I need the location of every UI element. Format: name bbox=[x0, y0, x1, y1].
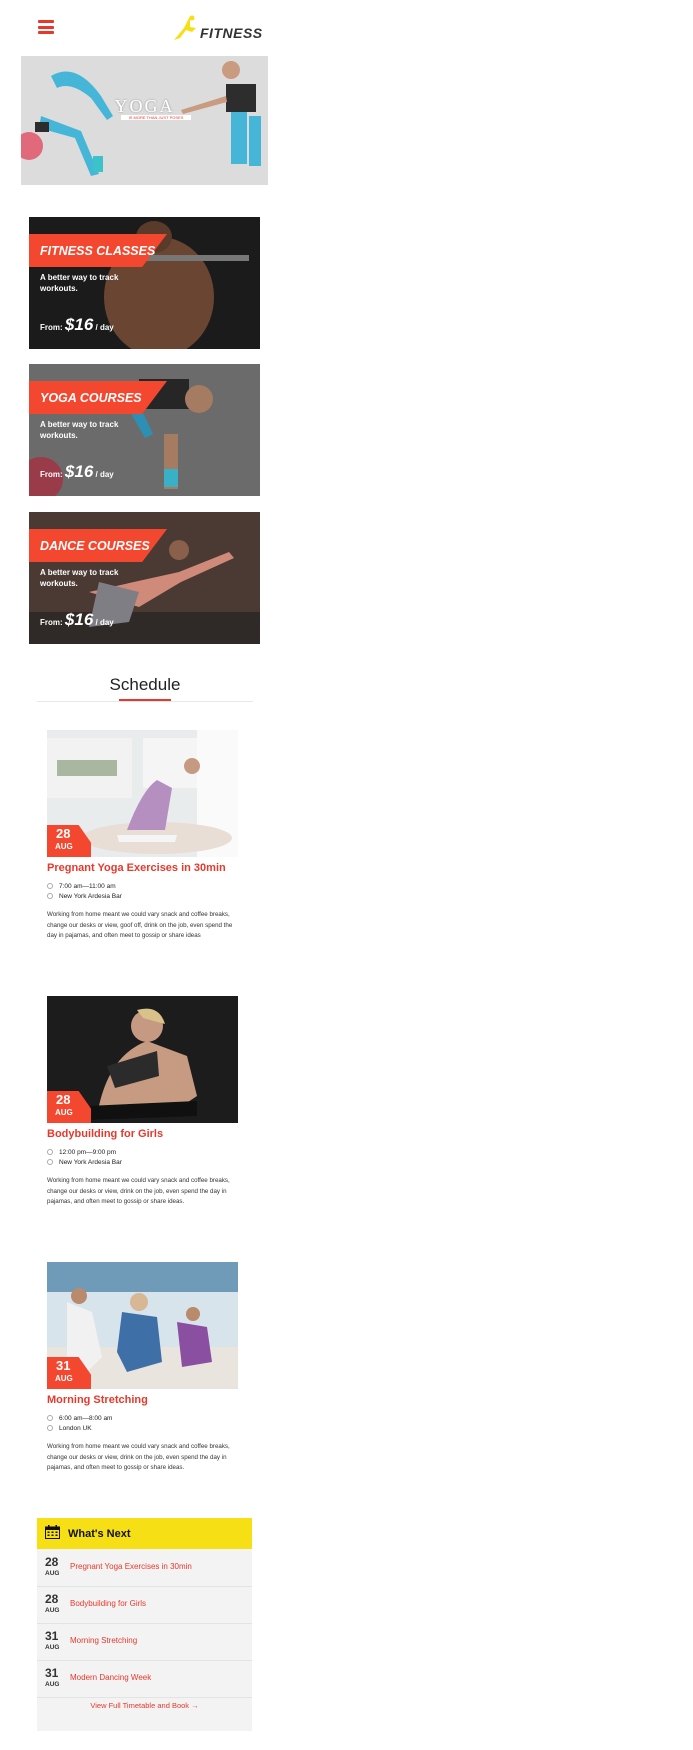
event-day: 28 bbox=[56, 826, 71, 841]
location-pin-icon bbox=[47, 1425, 53, 1432]
calendar-icon bbox=[45, 1525, 60, 1539]
next-day: 31 bbox=[45, 1629, 59, 1643]
event-month: AUG bbox=[55, 842, 73, 851]
next-month: AUG bbox=[45, 1570, 60, 1577]
logo[interactable]: FITNESS bbox=[170, 14, 262, 44]
event-time: 12:00 pm—9:00 pm bbox=[47, 1149, 116, 1156]
price-amount: $16 bbox=[64, 610, 94, 629]
page: FITNESS YOGA IS MORE THAN JUST POSES FIT… bbox=[0, 0, 693, 1750]
schedule-underline bbox=[119, 699, 171, 701]
event-description: Working from home meant we could vary sn… bbox=[47, 1443, 230, 1471]
event-location-text: London UK bbox=[59, 1425, 92, 1432]
whats-next-item[interactable]: 31 AUG Morning Stretching bbox=[37, 1623, 252, 1661]
event-location-text: New York Ardesia Bar bbox=[59, 893, 122, 900]
event-time-text: 12:00 pm—9:00 pm bbox=[59, 1149, 117, 1156]
price-unit: / day bbox=[95, 470, 114, 479]
event-description: Working from home meant we could vary sn… bbox=[47, 911, 233, 939]
event-time: 7:00 am—11:00 am bbox=[47, 883, 116, 890]
whats-next-item[interactable]: 31 AUG Modern Dancing Week bbox=[37, 1660, 252, 1698]
next-month: AUG bbox=[45, 1681, 60, 1688]
course-price: From: $16 / day bbox=[40, 315, 114, 335]
hero-yoga-figures bbox=[21, 56, 268, 185]
event-title[interactable]: Bodybuilding for Girls bbox=[47, 1128, 163, 1140]
logo-text: FITNESS bbox=[200, 25, 263, 41]
next-month: AUG bbox=[45, 1607, 60, 1614]
location-pin-icon bbox=[47, 893, 53, 900]
course-price: From: $16 / day bbox=[40, 462, 114, 482]
whats-next-item[interactable]: 28 AUG Bodybuilding for Girls bbox=[37, 1586, 252, 1624]
hamburger-menu-icon[interactable] bbox=[38, 20, 54, 34]
event-location: London UK bbox=[47, 1425, 92, 1432]
course-card-dance[interactable]: DANCE COURSES A better way to track work… bbox=[29, 512, 260, 644]
schedule-title: Schedule bbox=[109, 675, 181, 694]
price-amount: $16 bbox=[64, 462, 94, 481]
event-day: 28 bbox=[56, 1092, 71, 1107]
clock-icon bbox=[47, 883, 53, 890]
whats-next-header: What's Next bbox=[37, 1518, 252, 1549]
event-image[interactable]: 28 AUG bbox=[47, 996, 238, 1123]
event-description: Working from home meant we could vary sn… bbox=[47, 1177, 230, 1205]
next-label[interactable]: Modern Dancing Week bbox=[70, 1673, 151, 1682]
event-location: New York Ardesia Bar bbox=[47, 1159, 122, 1166]
next-month: AUG bbox=[45, 1644, 60, 1651]
event-title[interactable]: Morning Stretching bbox=[47, 1394, 148, 1406]
hero-tagline: IS MORE THAN JUST POSES bbox=[121, 115, 191, 120]
clock-icon bbox=[47, 1415, 53, 1422]
price-prefix: From: bbox=[40, 470, 63, 479]
event-location: New York Ardesia Bar bbox=[47, 893, 122, 900]
event-card[interactable]: 28 AUG Pregnant Yoga Exercises in 30min … bbox=[47, 730, 238, 945]
hero-banner[interactable]: YOGA IS MORE THAN JUST POSES bbox=[21, 56, 268, 185]
course-name: YOGA COURSES bbox=[40, 391, 142, 405]
runner-logo-icon bbox=[174, 15, 196, 40]
whats-next-title: What's Next bbox=[68, 1528, 131, 1540]
price-prefix: From: bbox=[40, 618, 63, 627]
event-card[interactable]: 28 AUG Bodybuilding for Girls 12:00 pm—9… bbox=[47, 996, 238, 1211]
event-title[interactable]: Pregnant Yoga Exercises in 30min bbox=[47, 862, 226, 874]
event-image[interactable]: 28 AUG bbox=[47, 730, 238, 857]
location-pin-icon bbox=[47, 1159, 53, 1166]
next-day: 28 bbox=[45, 1592, 59, 1606]
price-unit: / day bbox=[95, 618, 114, 627]
event-month: AUG bbox=[55, 1108, 73, 1117]
event-card[interactable]: 31 AUG Morning Stretching 6:00 am—8:00 a… bbox=[47, 1262, 238, 1477]
event-time-text: 6:00 am—8:00 am bbox=[59, 1415, 113, 1422]
hero-title: YOGA bbox=[114, 96, 175, 116]
price-amount: $16 bbox=[64, 315, 94, 334]
price-prefix: From: bbox=[40, 323, 63, 332]
next-day: 28 bbox=[45, 1555, 59, 1569]
price-unit: / day bbox=[95, 323, 114, 332]
event-image[interactable]: 31 AUG bbox=[47, 1262, 238, 1389]
course-card-yoga[interactable]: YOGA COURSES A better way to track worko… bbox=[29, 364, 260, 496]
course-card-fitness[interactable]: FITNESS CLASSES A better way to track wo… bbox=[29, 217, 260, 349]
event-day: 31 bbox=[56, 1358, 71, 1373]
event-time: 6:00 am—8:00 am bbox=[47, 1415, 112, 1422]
course-name: FITNESS CLASSES bbox=[40, 244, 156, 258]
course-price: From: $16 / day bbox=[40, 610, 114, 630]
course-tagline: A better way to track workouts. bbox=[40, 273, 119, 293]
course-tagline: A better way to track workouts. bbox=[40, 568, 119, 588]
schedule-header: Schedule bbox=[37, 661, 253, 702]
view-timetable-link[interactable]: View Full Timetable and Book → bbox=[37, 1701, 252, 1710]
event-location-text: New York Ardesia Bar bbox=[59, 1159, 122, 1166]
clock-icon bbox=[47, 1149, 53, 1156]
course-tagline: A better way to track workouts. bbox=[40, 420, 119, 440]
next-day: 31 bbox=[45, 1666, 59, 1680]
event-month: AUG bbox=[55, 1374, 73, 1383]
whats-next-item[interactable]: 28 AUG Pregnant Yoga Exercises in 30min bbox=[37, 1549, 252, 1587]
course-name: DANCE COURSES bbox=[40, 539, 150, 553]
whats-next-panel: What's Next 28 AUG Pregnant Yoga Exercis… bbox=[37, 1518, 252, 1731]
next-label[interactable]: Pregnant Yoga Exercises in 30min bbox=[70, 1562, 192, 1571]
event-time-text: 7:00 am—11:00 am bbox=[59, 883, 116, 890]
next-label[interactable]: Bodybuilding for Girls bbox=[70, 1599, 146, 1608]
next-label[interactable]: Morning Stretching bbox=[70, 1636, 137, 1645]
